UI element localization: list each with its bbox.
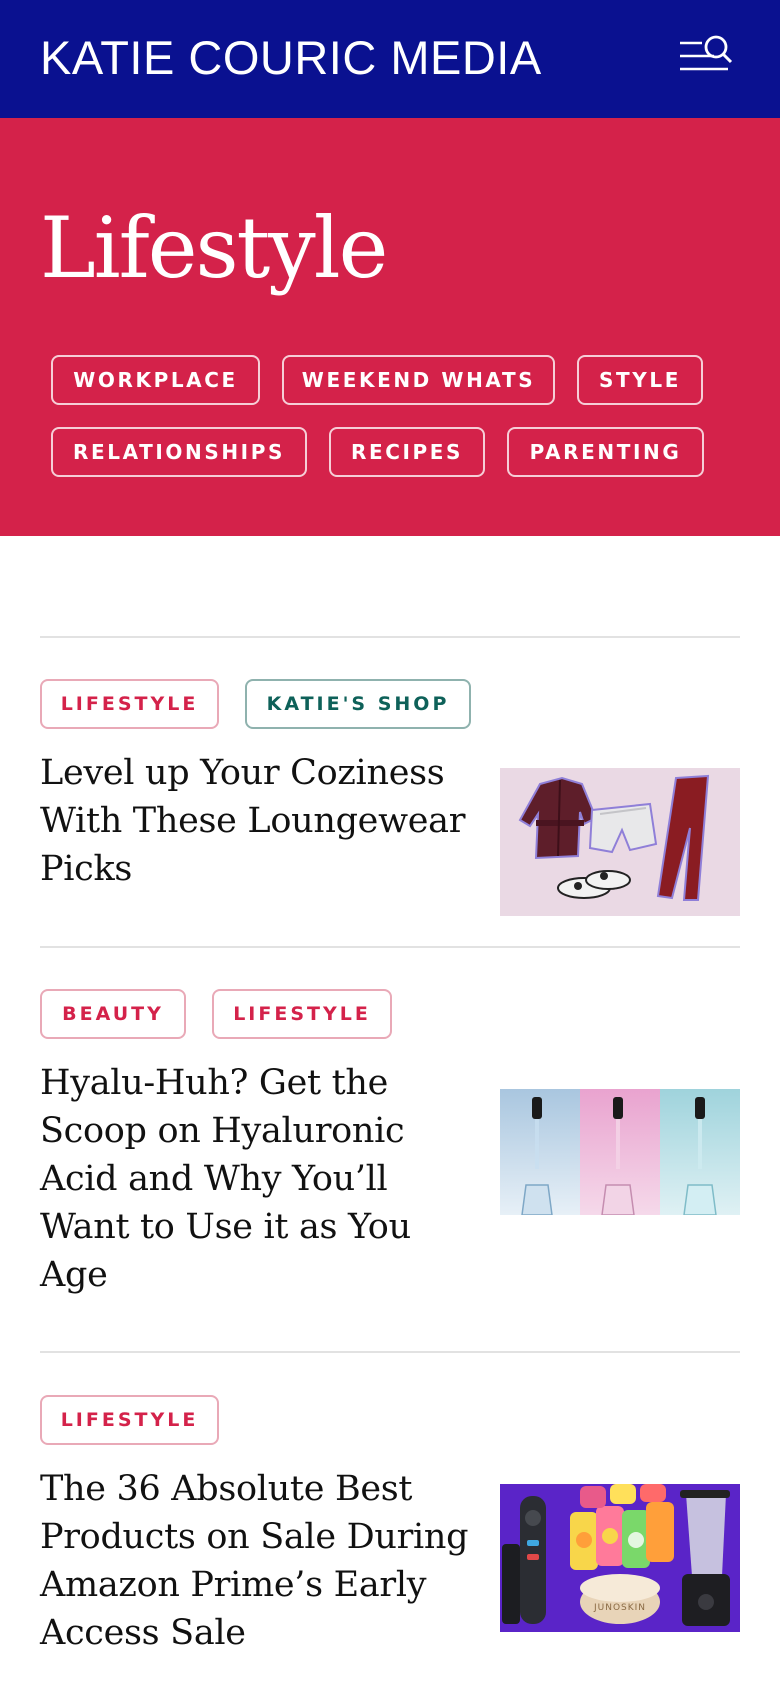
menu-search-icon: [680, 35, 733, 71]
category-pill-parenting[interactable]: PARENTING: [507, 427, 704, 477]
category-hero: Lifestyle WORKPLACE WEEKEND WHATS STYLE …: [0, 118, 780, 536]
article-title[interactable]: Hyalu-Huh? Get the Scoop on Hyaluronic A…: [40, 1059, 470, 1299]
category-pill-workplace[interactable]: WORKPLACE: [51, 355, 260, 405]
article-tag-lifestyle[interactable]: LIFESTYLE: [40, 679, 219, 729]
article-tag-lifestyle[interactable]: LIFESTYLE: [212, 989, 392, 1039]
menu-search-button[interactable]: [676, 34, 734, 78]
article-title[interactable]: The 36 Absolute Best Products on Sale Du…: [40, 1465, 470, 1657]
article-tag-beauty[interactable]: BEAUTY: [40, 989, 186, 1039]
category-pill-weekend-whats[interactable]: WEEKEND WHATS: [282, 355, 555, 405]
article-divider: [40, 946, 740, 948]
article-divider: [40, 1351, 740, 1353]
category-pill-recipes[interactable]: RECIPES: [329, 427, 485, 477]
article-thumbnail-amazon-products[interactable]: JUNOSKIN: [500, 1484, 740, 1632]
category-pill-relationships[interactable]: RELATIONSHIPS: [51, 427, 307, 477]
article-thumbnail-loungewear[interactable]: [500, 768, 740, 916]
category-pill-style[interactable]: STYLE: [577, 355, 703, 405]
article-tag-katies-shop[interactable]: KATIE'S SHOP: [245, 679, 471, 729]
site-logo[interactable]: KATIE COURIC MEDIA: [40, 31, 542, 85]
loungewear-image: [518, 774, 710, 901]
amazon-products-image: JUNOSKIN: [502, 1484, 730, 1626]
article-divider: [40, 636, 740, 638]
page-title: Lifestyle: [40, 199, 388, 297]
serum-droppers-image: [500, 1089, 740, 1215]
svg-text:JUNOSKIN: JUNOSKIN: [593, 1603, 646, 1613]
site-header: KATIE COURIC MEDIA: [0, 0, 780, 118]
article-thumbnail-serums[interactable]: [500, 1089, 740, 1215]
article-tag-lifestyle[interactable]: LIFESTYLE: [40, 1395, 219, 1445]
article-title[interactable]: Level up Your Coziness With These Lounge…: [40, 749, 470, 893]
